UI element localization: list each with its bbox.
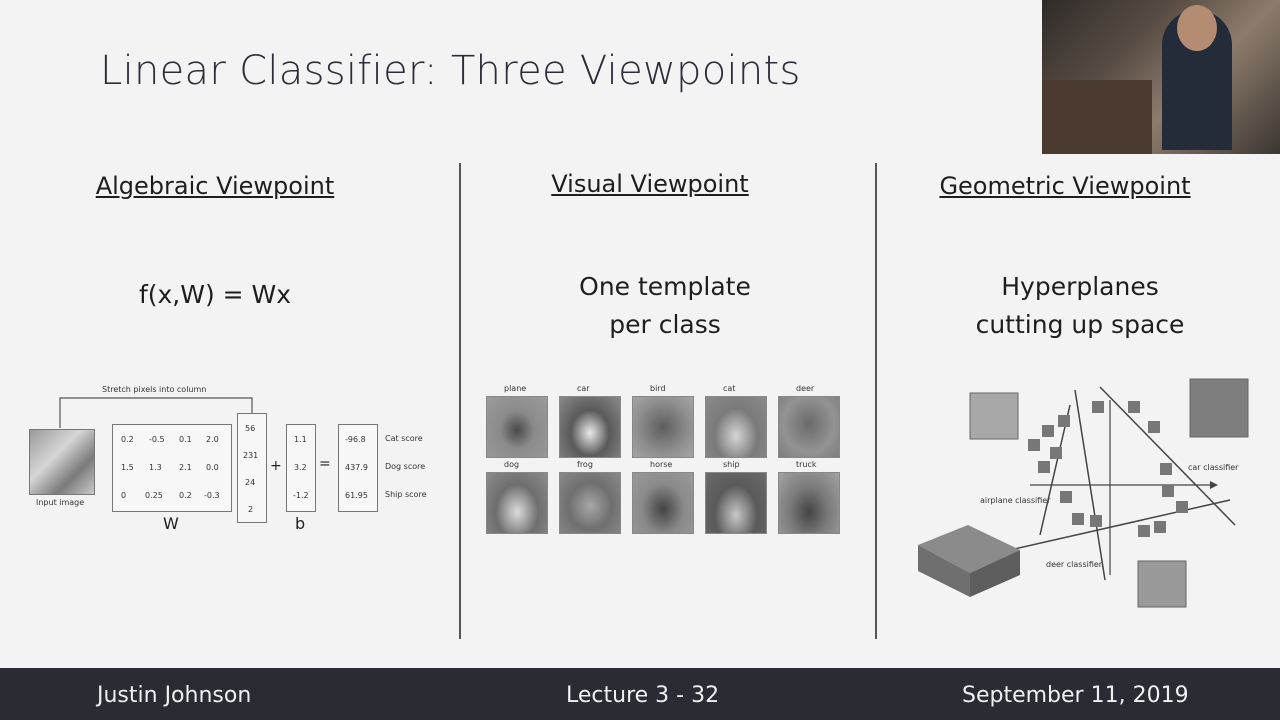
geometric-heading: Geometric Viewpoint bbox=[939, 172, 1191, 200]
b-label: b bbox=[295, 514, 306, 533]
matrix-cell: 0.25 bbox=[145, 491, 163, 500]
template-label-deer: deer bbox=[796, 384, 815, 393]
matrix-cell: 2.0 bbox=[206, 435, 219, 444]
deer-template-thumb bbox=[1137, 560, 1187, 608]
plus-sign: + bbox=[270, 458, 282, 474]
matrix-cell: 1.3 bbox=[149, 463, 162, 472]
template-horse bbox=[632, 472, 694, 534]
webcam-video bbox=[1042, 0, 1280, 154]
visual-line2: per class bbox=[609, 310, 721, 339]
deer-classifier-label: deer classifier bbox=[1046, 560, 1103, 569]
hyperplane-diagram bbox=[918, 378, 1249, 608]
geometric-line1: Hyperplanes bbox=[1001, 272, 1159, 301]
pixel-value: 56 bbox=[245, 424, 256, 433]
geometric-line2: cutting up space bbox=[975, 310, 1185, 339]
bias-column: 1.1 3.2 -1.2 bbox=[286, 424, 316, 512]
template-frog bbox=[559, 472, 621, 534]
template-label-car: car bbox=[577, 384, 590, 393]
visual-line1: One template bbox=[579, 272, 751, 301]
equals-sign: = bbox=[319, 456, 331, 472]
ship-score-label: Ship score bbox=[385, 490, 427, 499]
template-dog bbox=[486, 472, 548, 534]
algebraic-formula: f(x,W) = Wx bbox=[138, 280, 292, 309]
bias-value: 1.1 bbox=[294, 435, 307, 444]
matrix-cell: 0.0 bbox=[206, 463, 219, 472]
template-label-horse: horse bbox=[650, 460, 673, 469]
footer-lecture: Lecture 3 - 32 bbox=[566, 683, 720, 708]
score-column: -96.8 437.9 61.95 bbox=[338, 424, 378, 512]
matrix-cell: 0 bbox=[121, 491, 127, 500]
pixel-value: 2 bbox=[248, 505, 254, 514]
w-label: W bbox=[163, 514, 179, 533]
cat-score-label: Cat score bbox=[385, 434, 423, 443]
template-label-truck: truck bbox=[796, 460, 817, 469]
bias-value: -1.2 bbox=[293, 491, 309, 500]
pixel-value: 231 bbox=[243, 451, 259, 460]
matrix-cell: 0.2 bbox=[179, 491, 192, 500]
column-divider-left bbox=[459, 163, 461, 639]
matrix-cell: 2.1 bbox=[179, 463, 192, 472]
template-label-dog: dog bbox=[504, 460, 520, 469]
pixel-value: 24 bbox=[245, 478, 256, 487]
desk-area bbox=[1042, 80, 1152, 154]
presenter-head bbox=[1177, 5, 1217, 51]
template-deer bbox=[778, 396, 840, 458]
template-label-frog: frog bbox=[577, 460, 593, 469]
matrix-cell: -0.5 bbox=[149, 435, 165, 444]
template-bird bbox=[632, 396, 694, 458]
airplane-classifier-label: airplane classifier bbox=[980, 496, 1051, 505]
template-truck bbox=[778, 472, 840, 534]
footer-date: September 11, 2019 bbox=[962, 683, 1189, 708]
template-label-ship: ship bbox=[723, 460, 740, 469]
matrix-cell: 1.5 bbox=[121, 463, 134, 472]
template-label-plane: plane bbox=[504, 384, 527, 393]
dog-score-label: Dog score bbox=[385, 462, 426, 471]
pixel-column: 56 231 24 2 bbox=[237, 413, 267, 523]
car-template-thumb bbox=[1189, 378, 1249, 438]
score-value: 437.9 bbox=[345, 463, 368, 472]
x-axis-arrow bbox=[1210, 481, 1218, 489]
input-image-label: Input image bbox=[36, 498, 85, 507]
template-label-bird: bird bbox=[650, 384, 666, 393]
template-car bbox=[559, 396, 621, 458]
bias-value: 3.2 bbox=[294, 463, 307, 472]
matrix-cell: 0.2 bbox=[121, 435, 134, 444]
score-value: 61.95 bbox=[345, 491, 368, 500]
footer-author: Justin Johnson bbox=[97, 683, 252, 708]
slide-title: Linear Classifier: Three Viewpoints bbox=[100, 48, 801, 94]
algebraic-heading: Algebraic Viewpoint bbox=[95, 172, 335, 200]
column-divider-right bbox=[875, 163, 877, 639]
matrix-cell: -0.3 bbox=[204, 491, 220, 500]
template-cat bbox=[705, 396, 767, 458]
score-value: -96.8 bbox=[345, 435, 366, 444]
template-label-cat: cat bbox=[723, 384, 736, 393]
car-classifier-label: car classifier bbox=[1188, 463, 1239, 472]
matrix-cell: 0.1 bbox=[179, 435, 192, 444]
plane-template-thumb bbox=[969, 392, 1019, 440]
input-image bbox=[29, 429, 95, 495]
visual-heading: Visual Viewpoint bbox=[551, 170, 749, 198]
sample-points bbox=[1028, 401, 1188, 537]
weight-matrix: 0.2 -0.5 0.1 2.0 1.5 1.3 2.1 0.0 0 0.25 … bbox=[112, 424, 232, 512]
template-plane bbox=[486, 396, 548, 458]
template-ship bbox=[705, 472, 767, 534]
